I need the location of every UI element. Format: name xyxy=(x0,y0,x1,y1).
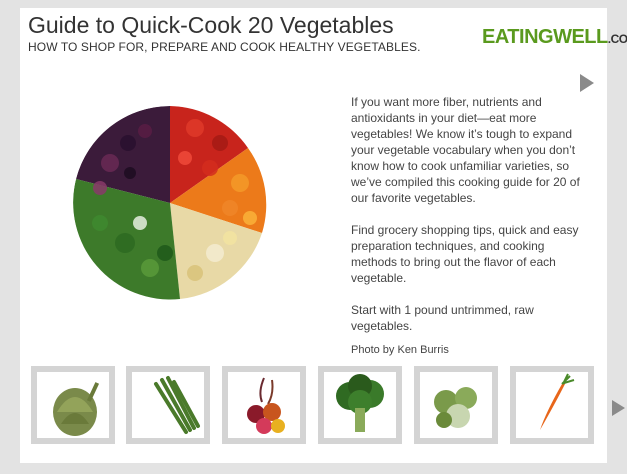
thumbnail-asparagus[interactable] xyxy=(126,366,210,444)
description: If you want more fiber, nutrients and an… xyxy=(351,94,591,350)
logo-suffix: .COM xyxy=(607,32,627,46)
thumbnails-next-icon[interactable] xyxy=(612,400,625,416)
thumbnail-artichoke[interactable] xyxy=(31,366,115,444)
description-paragraph: Find grocery shopping tips, quick and ea… xyxy=(351,223,579,285)
logo-wordmark: EATINGWELL xyxy=(482,26,608,48)
vegetable-wheel-image xyxy=(73,106,267,300)
artichoke-icon xyxy=(53,382,100,436)
thumbnail-broccoli[interactable] xyxy=(318,366,402,444)
description-paragraph: Start with 1 pound untrimmed, raw vegeta… xyxy=(351,303,534,333)
brussels-sprouts-icon xyxy=(434,387,477,428)
thumbnail-carrots[interactable] xyxy=(510,366,594,444)
description-paragraph: If you want more fiber, nutrients and an… xyxy=(351,95,580,205)
thumbnail-beets[interactable] xyxy=(222,366,306,444)
page-subtitle: HOW TO SHOP FOR, PREPARE AND COOK HEALTH… xyxy=(28,40,421,54)
eatingwell-logo[interactable]: EATINGWELL.COM xyxy=(482,26,627,49)
page-title: Guide to Quick-Cook 20 Vegetables xyxy=(28,12,394,38)
photo-credit: Photo by Ken Burris xyxy=(351,344,449,356)
asparagus-icon xyxy=(154,376,200,434)
beets-icon xyxy=(247,377,285,434)
thumbnail-brussels-sprouts[interactable] xyxy=(414,366,498,444)
carrots-icon xyxy=(540,373,575,430)
next-slide-icon[interactable] xyxy=(580,74,594,92)
broccoli-icon xyxy=(336,374,384,432)
